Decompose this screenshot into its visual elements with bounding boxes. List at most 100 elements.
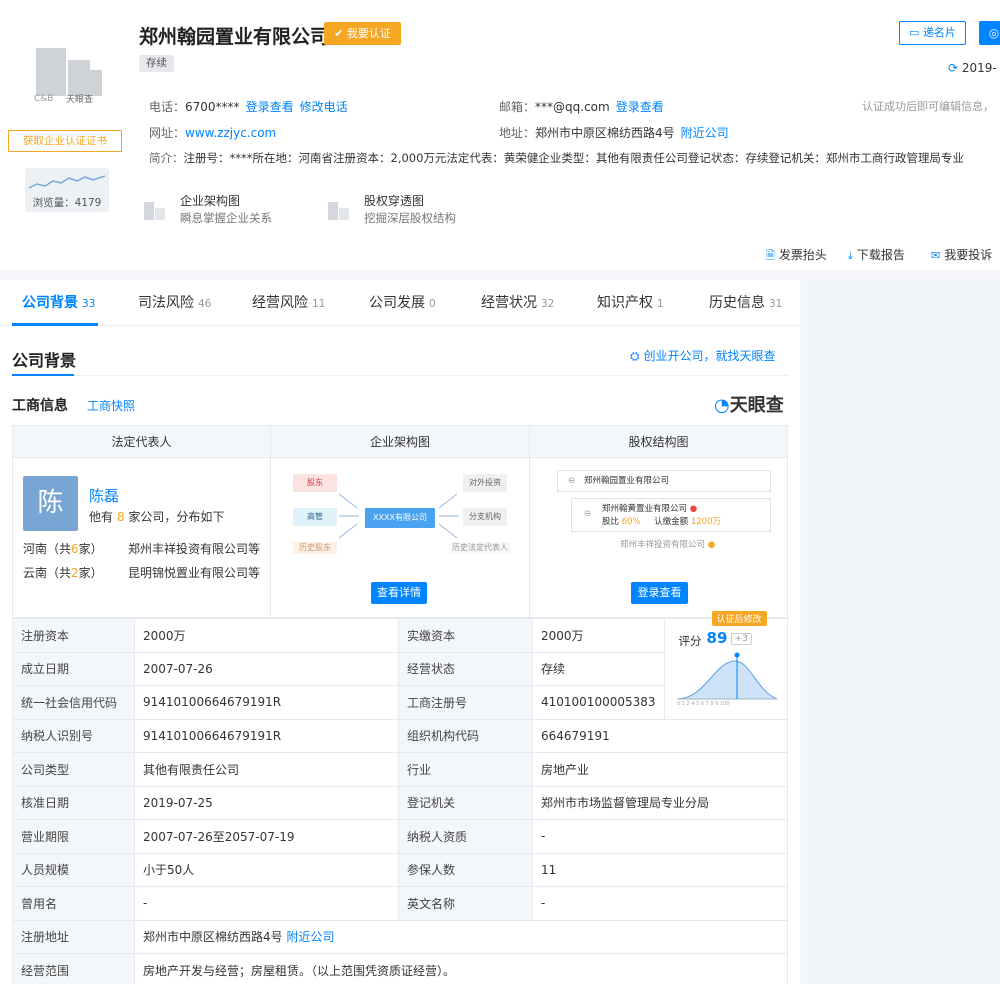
equity-login-button[interactable]: 登录查看: [631, 582, 688, 604]
mail-icon: ✉: [931, 249, 941, 262]
org-chart-entry[interactable]: 企业架构图 瞬息掌握企业关系: [142, 190, 312, 230]
field-value: -: [134, 886, 399, 921]
address-nearby-link[interactable]: 附近公司: [286, 930, 334, 944]
nearby-link[interactable]: 附近公司: [681, 126, 729, 140]
field-value: 房地产业: [532, 752, 788, 787]
field-label: 实缴资本: [398, 618, 533, 653]
org-history-box: 历史股东: [293, 542, 337, 554]
field-label: 行业: [398, 752, 533, 787]
field-value: 664679191: [532, 718, 788, 753]
table-row: 注册资本 2000万 实缴资本 2000万 认证后修改 评分 89 +3 0 1 2…: [12, 611, 789, 720]
field-value: 房地产开发与经营；房屋租赁。（以上范围凭资质证经营）。: [134, 953, 788, 984]
field-label: 公司类型: [12, 752, 135, 787]
org-hist-rep-box: 历史法定代表人: [449, 542, 511, 554]
field-value: 郑州市中原区棉纺西路4号 附近公司: [134, 919, 788, 954]
org-manager-box: 高管: [293, 508, 337, 526]
region-company[interactable]: 昆明锦悦置业有限公司等: [128, 564, 260, 581]
field-value: 郑州市市场监督管理局专业分局: [532, 785, 788, 820]
field-label: 注册资本: [12, 618, 135, 653]
table-row: 注册地址 郑州市中原区棉纺西路4号 附近公司: [12, 919, 788, 954]
document-icon: 🗎: [766, 249, 775, 262]
address-line: 地址：郑州市中原区棉纺西路4号 附近公司: [499, 126, 729, 140]
collapse-icon: ⊖: [568, 476, 576, 486]
field-label: 组织机构代码: [398, 718, 533, 753]
org-shareholder-box: 股东: [293, 474, 337, 492]
eye-icon: ◔: [714, 395, 730, 416]
tab-development[interactable]: 公司发展 0: [369, 292, 436, 312]
biz-info-table: 注册资本 2000万 实缴资本 2000万 认证后修改 评分 89 +3 0 1 2…: [12, 611, 789, 984]
tab-operation[interactable]: 经营状况 32: [481, 292, 554, 312]
website-link[interactable]: www.zzjyc.com: [185, 126, 276, 140]
active-tab-indicator: [12, 323, 98, 326]
avatar: 陈: [23, 476, 78, 531]
tab-ip[interactable]: 知识产权 1: [597, 292, 664, 312]
org-chart-panel: 企业架构图 股东 高管 历史股东 XXXX有限公司 对外投资 分支机构 历史法定…: [270, 425, 530, 618]
org-invest-box: 对外投资: [463, 474, 507, 492]
equity-chart-entry[interactable]: 股权穿透图 挖掘深层股权结构: [326, 190, 496, 230]
field-value: 91410100664679191R: [134, 685, 399, 720]
field-label: 英文名称: [398, 886, 533, 921]
update-date: ⟳ 2019-: [948, 61, 997, 75]
phone-value: 6700****: [185, 100, 240, 114]
field-value: 小于50人: [134, 852, 399, 887]
download-action[interactable]: ⤓ 下载报告: [848, 246, 905, 263]
promo-link[interactable]: ⛭ 创业开公司，就找天眼查: [630, 347, 775, 364]
table-row: 人员规模 小于50人 参保人数 11: [12, 852, 788, 887]
follow-button[interactable]: ◎: [979, 21, 1000, 45]
region-company[interactable]: 郑州丰祥投资有限公司等: [128, 540, 260, 557]
company-logo: C&B 天眼查: [28, 30, 112, 110]
svg-text:0 1 2 4 5 6 7 8 9 100: 0 1 2 4 5 6 7 8 9 100: [677, 701, 729, 705]
field-value: 2019-07-25: [134, 785, 399, 820]
phone-login-link[interactable]: 登录查看: [246, 100, 294, 114]
table-row: 公司类型 其他有限责任公司 行业 房地产业: [12, 752, 788, 787]
business-card-button[interactable]: ▭ 递名片: [899, 21, 966, 45]
views-widget: 浏览量：4179: [25, 168, 109, 212]
get-cert-button[interactable]: 获取企业认证证书: [8, 130, 122, 152]
table-row: 曾用名 - 英文名称 -: [12, 886, 788, 921]
tab-company-background[interactable]: 公司背景 33: [22, 292, 95, 312]
download-icon: ⤓: [848, 249, 853, 262]
company-name: 郑州翰园置业有限公司: [139, 26, 330, 48]
company-header: C&B 天眼查 获取企业认证证书 浏览量：4179 郑州翰园置业有限公司 ✔ 我…: [0, 0, 1000, 270]
field-label: 纳税人资质: [398, 819, 533, 854]
org-chart-icon: [144, 202, 165, 220]
tab-business-risk[interactable]: 经营风险 11: [252, 292, 325, 312]
tab-history[interactable]: 历史信息 31: [709, 292, 782, 312]
score-widget[interactable]: 认证后修改 评分 89 +3 0 1 2 4 5 6 7 8 9 100: [663, 611, 789, 720]
table-row: 营业期限 2007-07-26至2057-07-19 纳税人资质 -: [12, 819, 788, 854]
field-value: 2000万: [134, 618, 399, 653]
complaint-action[interactable]: ✉ 我要投诉: [931, 246, 992, 263]
score-tag: 认证后修改: [711, 611, 767, 626]
field-label: 纳税人识别号: [12, 718, 135, 753]
equity-chart-icon: [328, 202, 349, 220]
field-label: 经营范围: [12, 953, 135, 984]
collapse-icon: ⊖: [584, 509, 592, 519]
field-label: 人员规模: [12, 852, 135, 887]
field-label: 成立日期: [12, 651, 135, 686]
biz-info-title: 工商信息: [12, 398, 68, 414]
intro-line: 简介：注册号：****所在地：河南省注册资本：2,000万元法定代表：黄荣健企业…: [149, 151, 964, 165]
email-login-link[interactable]: 登录查看: [616, 100, 664, 114]
email-line: 邮箱：***@qq.com 登录查看: [499, 100, 664, 114]
equity-panel: 股权结构图 ⊖ 郑州翰园置业有限公司 ⊖ 郑州翰黄置业有限公司 ● 股比 60% …: [529, 425, 788, 618]
org-detail-button[interactable]: 查看详情: [371, 582, 427, 604]
views-count: 浏览量：4179: [32, 197, 102, 209]
equity-root: ⊖ 郑州翰园置业有限公司: [557, 470, 771, 492]
table-row: 纳税人识别号 91410100664679191R 组织机构代码 664679191: [12, 718, 788, 753]
biz-snapshot-link[interactable]: 工商快照: [87, 397, 135, 414]
equity-child: ⊖ 郑州翰黄置业有限公司 ● 股比 60% 认缴金额 1200万: [571, 498, 771, 532]
tab-legal-risk[interactable]: 司法风险 46: [138, 292, 211, 312]
org-chart-header: 企业架构图: [271, 426, 529, 458]
invoice-action[interactable]: 🗎 发票抬头: [766, 246, 827, 266]
edit-note: 认证成功后即可编辑信息，: [862, 100, 994, 113]
region-row: 河南（共6家） 郑州丰祥投资有限公司等: [23, 542, 261, 556]
address-value: 郑州市中原区棉纺西路4号: [535, 126, 675, 140]
legal-rep-header: 法定代表人: [13, 426, 270, 458]
tab-bar: 公司背景 33 司法风险 46 经营风险 11 公司发展 0 经营状况 32 知识产权 1 …: [0, 280, 800, 326]
person-name-link[interactable]: 陈磊: [89, 485, 119, 506]
verify-button[interactable]: ✔ 我要认证: [324, 22, 401, 45]
main-content: 公司背景 33 司法风险 46 经营风险 11 公司发展 0 经营状况 32 知识产权 1 …: [0, 280, 800, 984]
field-label: 统一社会信用代码: [12, 685, 135, 720]
field-label: 工商注册号: [398, 685, 533, 720]
phone-edit-link[interactable]: 修改电话: [300, 100, 348, 114]
